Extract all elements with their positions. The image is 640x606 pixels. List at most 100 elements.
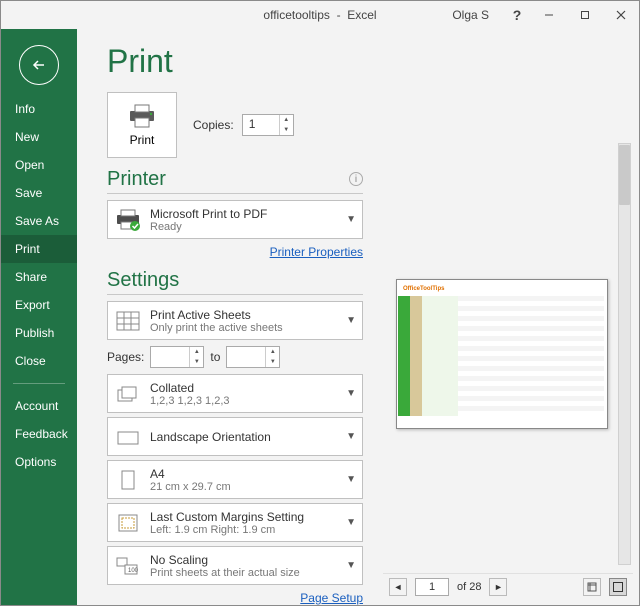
page-setup-link[interactable]: Page Setup <box>107 591 363 605</box>
preview-page: OfficeToolTips <box>396 279 608 429</box>
title-right: Olga S ? <box>452 1 639 29</box>
close-button[interactable] <box>603 1 639 29</box>
pages-from-input[interactable]: ▲▼ <box>150 346 204 368</box>
orientation-line1: Landscape Orientation <box>150 430 338 444</box>
collated-icon <box>114 380 142 408</box>
paper-size-selector[interactable]: A4 21 cm x 29.7 cm ▼ <box>107 460 363 499</box>
margins-selector[interactable]: Last Custom Margins Setting Left: 1.9 cm… <box>107 503 363 542</box>
sidebar-item-share[interactable]: Share <box>1 263 77 291</box>
sidebar-item-feedback[interactable]: Feedback <box>1 420 77 448</box>
preview-surface[interactable]: OfficeToolTips <box>385 143 619 565</box>
chevron-down-icon: ▼ <box>346 214 356 225</box>
printer-info-icon[interactable]: i <box>349 172 363 186</box>
pages-label: Pages: <box>107 350 144 364</box>
margins-line1: Last Custom Margins Setting <box>150 510 338 524</box>
paper-line2: 21 cm x 29.7 cm <box>150 481 338 493</box>
app-window: officetooltips - Excel Olga S ? Info N <box>0 0 640 606</box>
preview-page-input[interactable]: 1 <box>415 578 449 596</box>
pages-to-down[interactable]: ▼ <box>266 357 279 367</box>
printer-icon <box>127 103 157 129</box>
print-what-line1: Print Active Sheets <box>150 308 338 322</box>
preview-sheet-title: OfficeToolTips <box>403 286 444 292</box>
sidebar-item-new[interactable]: New <box>1 123 77 151</box>
print-button-label: Print <box>130 133 155 147</box>
copies-up[interactable]: ▲ <box>280 115 293 125</box>
preview-scrollbar-thumb[interactable] <box>619 145 630 205</box>
chevron-down-icon: ▼ <box>346 431 356 442</box>
copies-input[interactable]: 1 ▲▼ <box>242 114 294 136</box>
sidebar-item-save[interactable]: Save <box>1 179 77 207</box>
collation-line1: Collated <box>150 381 338 395</box>
svg-text:100: 100 <box>128 568 139 574</box>
printer-section-heading: Printer i <box>107 168 363 194</box>
sheets-icon <box>114 307 142 335</box>
scaling-selector[interactable]: 100 No Scaling Print sheets at their act… <box>107 546 363 585</box>
chevron-down-icon: ▼ <box>346 315 356 326</box>
back-button[interactable] <box>19 45 59 85</box>
preview-bottombar: ◄ 1 of 28 ► <box>383 573 633 599</box>
sidebar-item-info[interactable]: Info <box>1 95 77 123</box>
preview-next-page[interactable]: ► <box>489 578 507 596</box>
chevron-down-icon: ▼ <box>346 560 356 571</box>
sidebar-item-options[interactable]: Options <box>1 448 77 476</box>
pages-from-up[interactable]: ▲ <box>190 347 203 357</box>
copies-down[interactable]: ▼ <box>280 125 293 135</box>
sidebar-item-export[interactable]: Export <box>1 291 77 319</box>
scaling-icon: 100 <box>114 552 142 580</box>
collation-line2: 1,2,3 1,2,3 1,2,3 <box>150 395 338 407</box>
print-what-selector[interactable]: Print Active Sheets Only print the activ… <box>107 301 363 340</box>
chevron-down-icon: ▼ <box>346 388 356 399</box>
pages-from-down[interactable]: ▼ <box>190 357 203 367</box>
sidebar-item-saveas[interactable]: Save As <box>1 207 77 235</box>
pages-to-input[interactable]: ▲▼ <box>226 346 280 368</box>
maximize-icon <box>580 10 590 20</box>
margins-toggle-icon <box>586 581 598 593</box>
scaling-line1: No Scaling <box>150 553 338 567</box>
sidebar-item-print[interactable]: Print <box>1 235 77 263</box>
printer-selector[interactable]: Microsoft Print to PDF Ready ▼ <box>107 200 363 239</box>
landscape-icon <box>114 423 142 451</box>
orientation-selector[interactable]: Landscape Orientation ▼ <box>107 417 363 456</box>
app-name: Excel <box>347 8 376 22</box>
printer-ready-icon <box>114 206 142 234</box>
chevron-down-icon: ▼ <box>346 474 356 485</box>
settings-section-heading: Settings <box>107 269 363 295</box>
copies-value: 1 <box>249 117 256 131</box>
zoom-page-icon <box>612 581 624 593</box>
preview-page-total: of 28 <box>457 581 481 593</box>
print-what-line2: Only print the active sheets <box>150 322 338 334</box>
chevron-down-icon: ▼ <box>346 517 356 528</box>
pages-to-up[interactable]: ▲ <box>266 347 279 357</box>
printer-name: Microsoft Print to PDF <box>150 207 338 221</box>
minimize-icon <box>544 10 554 20</box>
sidebar-item-open[interactable]: Open <box>1 151 77 179</box>
sidebar-item-account[interactable]: Account <box>1 392 77 420</box>
zoom-to-page-button[interactable] <box>609 578 627 596</box>
margins-line2: Left: 1.9 cm Right: 1.9 cm <box>150 524 338 536</box>
margins-icon <box>114 509 142 537</box>
arrow-left-icon <box>30 56 48 74</box>
page-icon <box>114 466 142 494</box>
preview-prev-page[interactable]: ◄ <box>389 578 407 596</box>
collation-selector[interactable]: Collated 1,2,3 1,2,3 1,2,3 ▼ <box>107 374 363 413</box>
sidebar-item-publish[interactable]: Publish <box>1 319 77 347</box>
doc-name: officetooltips <box>263 8 330 22</box>
page-title: Print <box>107 43 363 80</box>
printer-properties-link[interactable]: Printer Properties <box>107 245 363 259</box>
user-name[interactable]: Olga S <box>452 8 489 22</box>
sidebar-separator <box>13 383 65 384</box>
minimize-button[interactable] <box>531 1 567 29</box>
preview-scrollbar[interactable] <box>618 143 631 565</box>
sidebar-item-close[interactable]: Close <box>1 347 77 375</box>
show-margins-button[interactable] <box>583 578 601 596</box>
backstage-sidebar: Info New Open Save Save As Print Share E… <box>1 29 77 605</box>
copies-label: Copies: <box>193 118 234 132</box>
print-settings-column: Print Print Copies: <box>77 29 377 605</box>
print-backstage-main: Print Print Copies: <box>77 29 639 605</box>
paper-line1: A4 <box>150 467 338 481</box>
help-button[interactable]: ? <box>503 1 531 29</box>
print-button[interactable]: Print <box>107 92 177 158</box>
close-icon <box>616 10 626 20</box>
pages-to-label: to <box>210 350 220 364</box>
maximize-button[interactable] <box>567 1 603 29</box>
